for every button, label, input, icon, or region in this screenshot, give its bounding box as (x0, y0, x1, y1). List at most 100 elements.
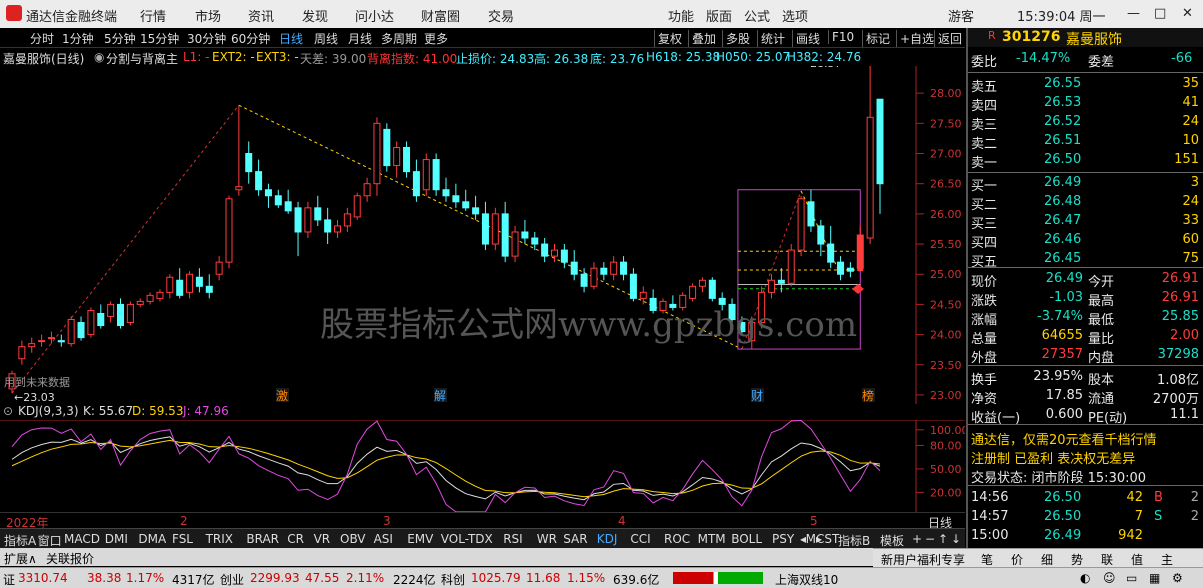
settings-icon[interactable]: ⚙ (1172, 571, 1183, 585)
candlestick-chart[interactable]: 28.00 27.50 27.00 26.50 26.00 25.50 25.00 24.50… (0, 66, 965, 404)
maximize-icon[interactable]: □ (1154, 6, 1166, 21)
menu-gongshi[interactable]: 公式 (744, 6, 770, 25)
side-tab-6[interactable]: 主 (1161, 551, 1173, 568)
scroll-right-icon[interactable]: ▸ (816, 532, 822, 546)
zoom-out-icon[interactable]: − (925, 532, 935, 546)
period-multi[interactable]: 多周期 (381, 30, 417, 47)
close-icon[interactable]: ✕ (1182, 6, 1193, 21)
scroll-left-icon[interactable]: ◂ (800, 532, 806, 546)
indicator-tab-mcst[interactable]: MCST (806, 532, 840, 546)
period-month[interactable]: 月线 (348, 30, 372, 47)
indicator-tab-emv[interactable]: EMV (407, 532, 433, 546)
indicator-tab-mtm[interactable]: MTM (698, 532, 726, 546)
user-icon[interactable]: ☺ (1103, 571, 1116, 585)
menu-wenxiaoda[interactable]: 问小达 (355, 6, 394, 25)
menu-shichang[interactable]: 市场 (195, 6, 221, 25)
indicator-tab-sar[interactable]: SAR (563, 532, 587, 546)
f10-button[interactable]: F10 (828, 30, 854, 44)
ad-text-1[interactable]: 通达信，仅需20元查看千档行情 (971, 429, 1157, 448)
minimize-icon[interactable]: — (1127, 6, 1140, 21)
event-marker[interactable]: 财 (751, 389, 763, 403)
period-5min[interactable]: 5分钟 (104, 30, 136, 47)
indicator-tab-fsl[interactable]: FSL (172, 532, 193, 546)
ticker-text[interactable]: 上海双线10 (775, 571, 838, 588)
menu-faxian[interactable]: 发现 (302, 6, 328, 25)
up-icon[interactable]: ↑ (938, 532, 948, 546)
window-icon[interactable]: ▦ (1149, 571, 1160, 585)
indicator-tab-指标a[interactable]: 指标A (4, 532, 36, 549)
indicator-tab-窗口[interactable]: 窗口 (38, 532, 62, 549)
tongji-button[interactable]: 统计 (757, 30, 785, 47)
formula-icon[interactable]: ◉ (94, 50, 104, 64)
indicator-tab-vol-tdx[interactable]: VOL-TDX (441, 532, 493, 546)
welfare-link[interactable]: 新用户福利专享 (881, 551, 965, 568)
indicator-b-tab[interactable]: 指标B (838, 532, 870, 549)
period-day[interactable]: 日线 (279, 30, 303, 47)
indicator-tab-wr[interactable]: WR (537, 532, 557, 546)
related-quote-tab[interactable]: 关联报价 (46, 550, 94, 567)
period-30min[interactable]: 30分钟 (187, 30, 226, 47)
period-fenshi[interactable]: 分时 (30, 30, 54, 47)
side-tab-2[interactable]: 细 (1041, 551, 1053, 568)
menu-jiaoyi[interactable]: 交易 (488, 6, 514, 25)
volume-icon[interactable]: ◐ (1080, 571, 1090, 585)
indicator-tab-brar[interactable]: BRAR (246, 532, 279, 546)
fuquan-button[interactable]: 复权 (654, 30, 682, 47)
down-icon[interactable]: ↓ (951, 532, 961, 546)
indicator-tab-boll[interactable]: BOLL (731, 532, 762, 546)
huaxian-button[interactable]: 画线 (792, 30, 820, 47)
y-tick-label: 24.00 (930, 329, 962, 342)
indicator-tab-cci[interactable]: CCI (630, 532, 650, 546)
period-1min[interactable]: 1分钟 (62, 30, 94, 47)
side-tab-0[interactable]: 笔 (981, 551, 993, 568)
low-value: 底: 23.76 (590, 52, 645, 66)
side-tab-1[interactable]: 价 (1011, 551, 1023, 568)
menu-zixun[interactable]: 资讯 (248, 6, 274, 25)
template-tab[interactable]: 模板 (880, 532, 904, 549)
formula-name[interactable]: 分割与背离主 (106, 50, 178, 67)
kdj-label[interactable]: KDJ(9,3,3) (18, 404, 79, 418)
indicator-tab-kdj[interactable]: KDJ (597, 532, 618, 546)
period-15min[interactable]: 15分钟 (140, 30, 179, 47)
indicator-tab-psy[interactable]: PSY (772, 532, 794, 546)
period-60min[interactable]: 60分钟 (231, 30, 270, 47)
candle-body (393, 146, 401, 167)
event-marker[interactable]: 激 (276, 389, 288, 403)
side-tab-3[interactable]: 势 (1071, 551, 1083, 568)
biaoji-button[interactable]: 标记 (862, 30, 890, 47)
side-tab-4[interactable]: 联 (1101, 551, 1113, 568)
event-marker[interactable]: 解 (434, 389, 446, 403)
ad-row-2[interactable]: 注册制 已盈利 表决权无差异 (968, 447, 1203, 467)
kdj-chart[interactable]: 100.00 80.00 50.00 20.00 (0, 420, 965, 512)
menu-xuanxiang[interactable]: 选项 (782, 6, 808, 25)
user-label[interactable]: 游客 (948, 6, 974, 25)
duogu-button[interactable]: 多股 (722, 30, 750, 47)
period-week[interactable]: 周线 (314, 30, 338, 47)
indicator-tab-rsi[interactable]: RSI (503, 532, 523, 546)
add-watchlist-button[interactable]: +自选 (896, 30, 934, 47)
indicator-tab-roc[interactable]: ROC (664, 532, 690, 546)
indicator-tab-trix[interactable]: TRIX (206, 532, 233, 546)
menu-caifuquan[interactable]: 财富圈 (421, 6, 460, 25)
indicator-tab-dma[interactable]: DMA (138, 532, 166, 546)
ad-text-2[interactable]: 注册制 已盈利 表决权无差异 (971, 448, 1135, 467)
indicator-tab-cr[interactable]: CR (287, 532, 304, 546)
lock-icon[interactable]: ▭ (1126, 571, 1137, 585)
back-button[interactable]: 返回 (934, 30, 962, 47)
menu-hangqing[interactable]: 行情 (140, 6, 166, 25)
side-tab-5[interactable]: 值 (1131, 551, 1143, 568)
menu-banmian[interactable]: 版面 (706, 6, 732, 25)
indicator-tab-dmi[interactable]: DMI (105, 532, 128, 546)
menu-gongneng[interactable]: 功能 (668, 6, 694, 25)
zoom-in-icon[interactable]: + (912, 532, 922, 546)
indicator-tab-asi[interactable]: ASI (374, 532, 393, 546)
expand-button[interactable]: 扩展∧ (4, 550, 37, 567)
period-more[interactable]: 更多 (424, 30, 448, 47)
ad-row-1[interactable]: 通达信，仅需20元查看千档行情 (968, 428, 1203, 448)
indicator-tab-obv[interactable]: OBV (340, 532, 366, 546)
indicator-tab-vr[interactable]: VR (314, 532, 331, 546)
indicator-tab-macd[interactable]: MACD (64, 532, 100, 546)
diejia-button[interactable]: 叠加 (688, 30, 716, 47)
kdj-formula-icon[interactable]: ⊙ (3, 404, 13, 418)
event-marker[interactable]: 榜 (862, 388, 874, 403)
